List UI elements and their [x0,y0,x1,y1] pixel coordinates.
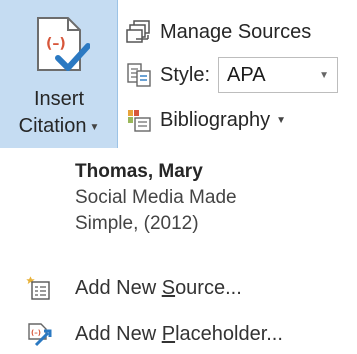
add-new-source-label: Add New Source... [75,276,242,299]
insert-citation-label-line2: Citation ▼ [18,115,100,137]
citation-title-line2: Simple, (2012) [75,213,199,234]
style-icon [127,63,151,87]
add-new-source-item[interactable]: Add New Source... [0,268,357,308]
bibliography-icon [128,110,151,132]
insert-citation-label-line1: Insert [33,88,85,110]
add-placeholder-icon: (–) [28,323,52,347]
style-dropdown[interactable]: APA ▼ [218,57,339,93]
style-label: Style: [160,63,211,86]
insert-citation-icon: (–) [37,17,90,71]
manage-sources-icon [126,20,150,43]
add-source-icon [26,276,50,300]
bibliography-button[interactable]: Bibliography ▼ [126,100,286,140]
style-value: APA [227,63,266,86]
chevron-down-icon: ▼ [319,69,330,81]
insert-citation-button[interactable]: (–) Insert Citation ▼ [0,0,118,148]
citation-entry[interactable]: Thomas, Mary Social Media Made Simple, (… [75,158,345,237]
svg-text:(–): (–) [31,329,41,337]
bibliography-label: Bibliography [160,108,271,131]
chevron-down-icon: ▼ [89,122,100,133]
citation-title-line1: Social Media Made [75,187,237,208]
manage-sources-button[interactable]: Manage Sources [126,12,311,52]
add-new-placeholder-item[interactable]: (–) Add New Placeholder... [0,314,357,354]
manage-sources-label: Manage Sources [160,20,312,43]
svg-text:(–): (–) [46,36,66,52]
chevron-down-icon: ▼ [276,114,286,126]
citations-ribbon-group: (–) Insert Citation ▼ Manage Sources Styl… [0,0,357,148]
add-new-placeholder-label: Add New Placeholder... [75,322,283,345]
citation-author: Thomas, Mary [75,161,203,182]
insert-citation-menu: Thomas, Mary Social Media Made Simple, (… [0,148,357,347]
style-control: Style: APA ▼ [126,55,339,95]
